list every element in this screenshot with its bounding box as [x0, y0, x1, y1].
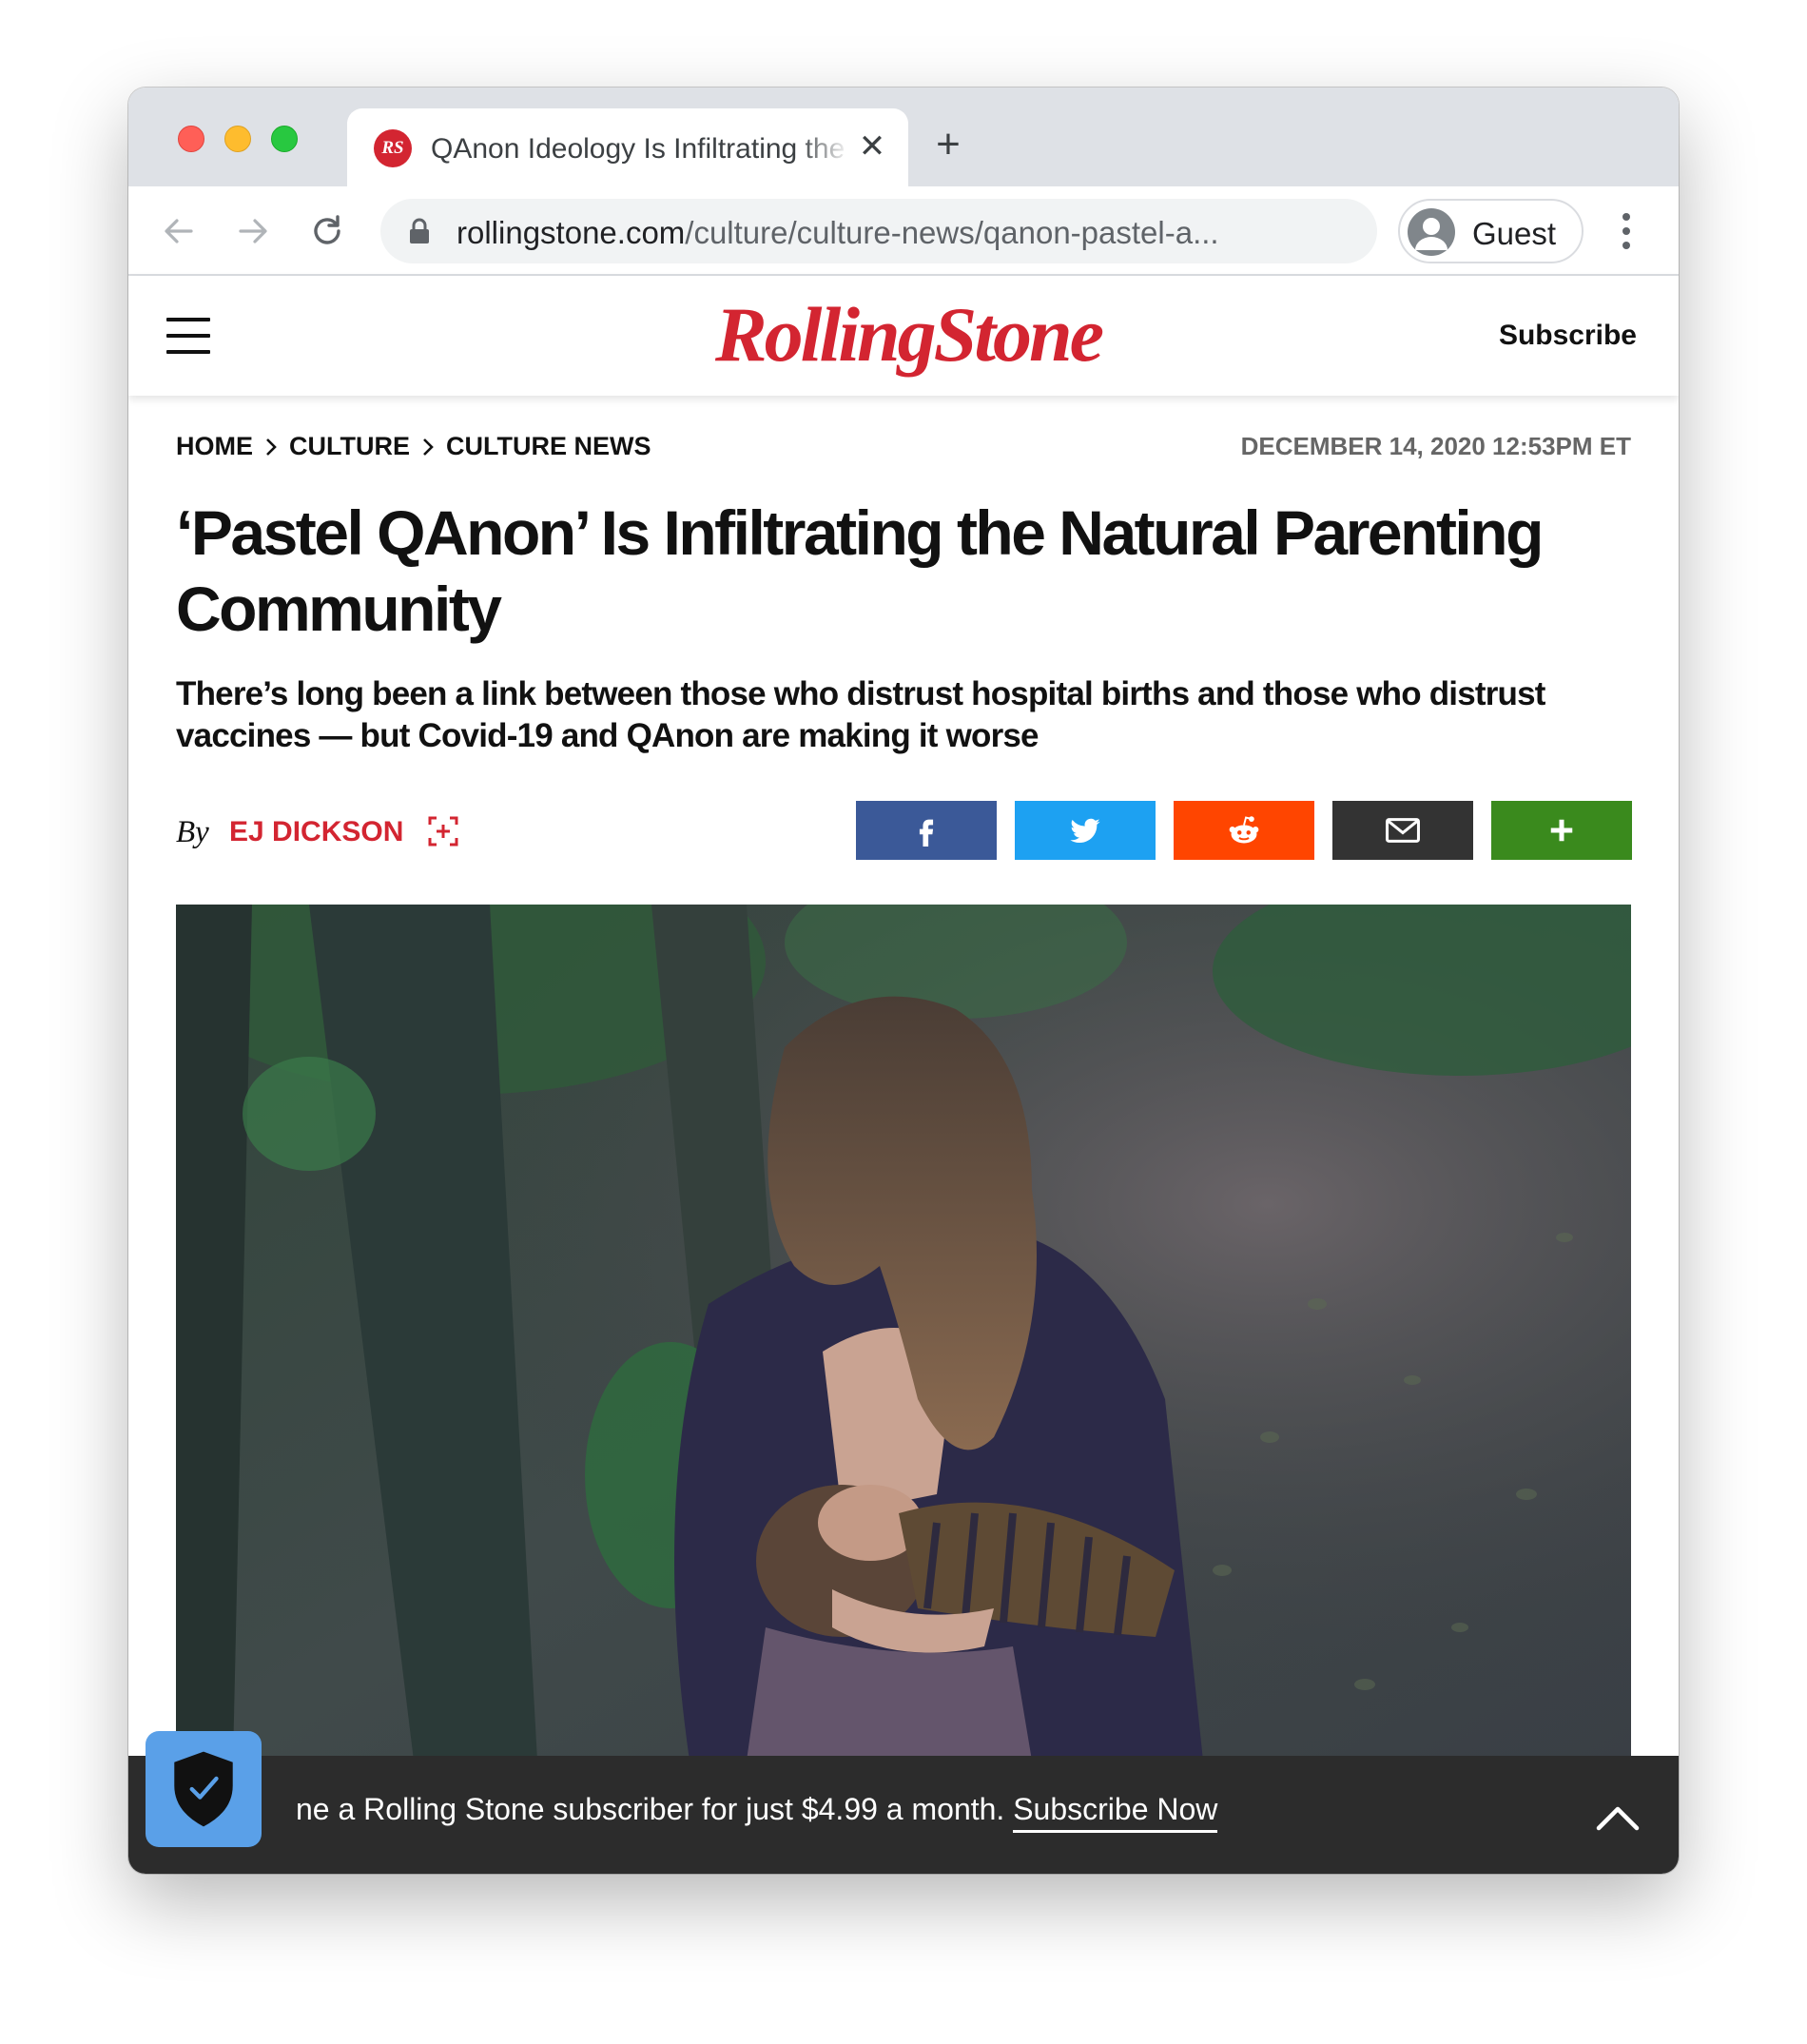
profile-button[interactable]: Guest: [1398, 199, 1584, 263]
tab-title: QAnon Ideology Is Infiltrating the Natur…: [431, 133, 849, 165]
share-reddit-button[interactable]: [1174, 801, 1314, 860]
reddit-icon: [1229, 816, 1259, 844]
tab-close-icon[interactable]: ✕: [853, 127, 891, 165]
share-facebook-button[interactable]: [856, 801, 997, 860]
share-twitter-button[interactable]: [1015, 801, 1156, 860]
breadcrumb-culture[interactable]: CULTURE: [289, 432, 410, 461]
rolling-stone-logo[interactable]: RollingStone: [699, 287, 1117, 382]
author-link[interactable]: EJ DICKSON: [229, 816, 403, 848]
browser-window: RS QAnon Ideology Is Infiltrating the Na…: [128, 88, 1679, 1874]
browser-toolbar: rollingstone.com/culture/culture-news/qa…: [128, 186, 1679, 276]
follow-author-icon[interactable]: [427, 815, 459, 847]
profile-label: Guest: [1472, 216, 1557, 251]
site-header: RollingStone Subscribe: [128, 276, 1679, 396]
shield-check-icon: [174, 1751, 233, 1827]
breadcrumb-culture-news[interactable]: CULTURE NEWS: [446, 432, 651, 461]
arrow-left-icon: [165, 219, 193, 243]
chevron-right-icon: [423, 438, 434, 456]
article-dateline: DECEMBER 14, 2020 12:53PM ET: [1240, 432, 1631, 460]
subscription-promo-bar: ne a Rolling Stone subscriber for just $…: [128, 1756, 1679, 1874]
chevron-right-icon: [266, 438, 277, 456]
close-window-button[interactable]: [178, 126, 204, 152]
promo-text: ne a Rolling Stone subscriber for just $…: [296, 1792, 1218, 1833]
article-headline: ‘Pastel QAnon’ Is Infiltrating the Natur…: [176, 497, 1544, 644]
minimize-window-button[interactable]: [224, 126, 251, 152]
subscribe-link[interactable]: Subscribe: [1499, 320, 1637, 352]
twitter-icon: [1070, 818, 1100, 844]
forward-button[interactable]: [229, 207, 277, 255]
breadcrumb-home[interactable]: HOME: [176, 432, 253, 461]
avatar-icon: [1408, 208, 1455, 256]
kebab-menu-icon[interactable]: [1612, 209, 1641, 253]
reload-icon: [314, 215, 340, 244]
hero-image: [176, 905, 1631, 1761]
hamburger-menu-icon[interactable]: [166, 318, 210, 354]
browser-tab[interactable]: RS QAnon Ideology Is Infiltrating the Na…: [347, 108, 908, 186]
arrow-right-icon: [239, 219, 267, 243]
byline-prefix: By: [176, 815, 209, 849]
subscribe-now-link[interactable]: Subscribe Now: [1013, 1792, 1218, 1833]
tab-strip: RS QAnon Ideology Is Infiltrating the Na…: [128, 88, 1679, 186]
lock-icon: [410, 218, 429, 243]
address-bar[interactable]: rollingstone.com/culture/culture-news/qa…: [380, 199, 1377, 263]
mail-icon: [1386, 818, 1420, 843]
facebook-icon: [919, 819, 934, 847]
maximize-window-button[interactable]: [271, 126, 298, 152]
rolling-stone-favicon-icon: RS: [374, 129, 412, 167]
share-more-button[interactable]: [1491, 801, 1632, 860]
new-tab-button[interactable]: +: [927, 124, 969, 165]
back-button[interactable]: [155, 207, 203, 255]
share-email-button[interactable]: [1332, 801, 1473, 860]
plus-icon: [1550, 819, 1573, 842]
article-dek: There’s long been a link between those w…: [176, 675, 1545, 754]
reload-button[interactable]: [303, 207, 351, 255]
url-text: rollingstone.com/culture/culture-news/qa…: [457, 215, 1219, 250]
breadcrumb: HOME CULTURE CULTURE NEWS: [176, 432, 651, 461]
privacy-shield-widget[interactable]: [146, 1731, 262, 1847]
chevron-up-icon[interactable]: [1591, 1790, 1644, 1843]
article: HOME CULTURE CULTURE NEWS DECEMBER 14, 2…: [128, 396, 1679, 1874]
